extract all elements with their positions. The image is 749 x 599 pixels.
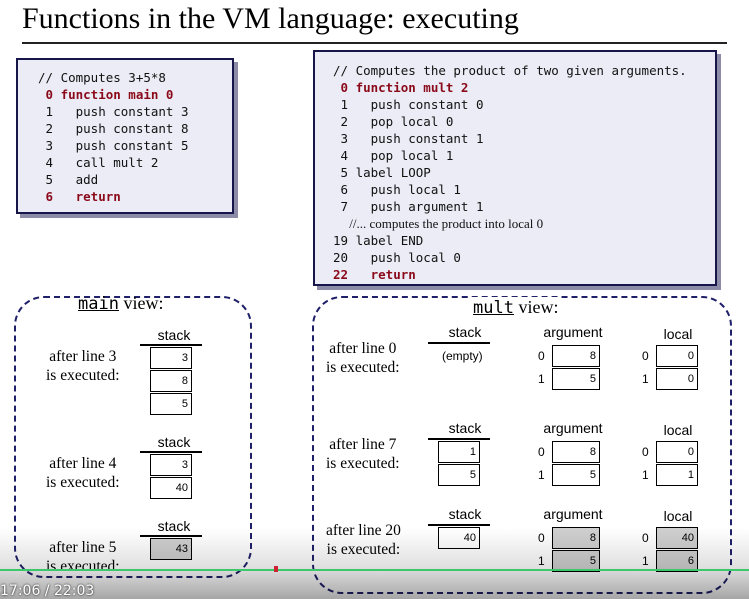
progress-marker[interactable] <box>274 566 278 572</box>
stack-header: stack <box>448 324 482 340</box>
local-cell: 0 <box>656 368 698 390</box>
main-code-box: // Computes 3+5*8 0 function main 0 1 pu… <box>16 58 234 214</box>
stack-top-line <box>428 438 490 440</box>
code-line: 0 function mult 2 <box>333 80 469 95</box>
stack-top-line <box>140 451 202 453</box>
stack-cell: 40 <box>150 477 192 499</box>
stack-header: stack <box>157 434 191 450</box>
local-cell: 0 <box>656 441 698 463</box>
segment-index: 1 <box>538 372 545 386</box>
code-line: 4 pop local 1 <box>333 148 454 163</box>
empty-stack-label: (empty) <box>442 349 483 363</box>
code-line: 0 function main 0 <box>38 87 174 102</box>
video-progress-bar[interactable] <box>0 569 749 571</box>
stack-top-line <box>428 524 490 526</box>
code-line: 1 push constant 0 <box>333 97 484 112</box>
title-rule <box>22 42 727 44</box>
stack-cell: 5 <box>438 464 480 486</box>
stack-top-line <box>428 342 490 344</box>
argument-cell: 5 <box>552 464 600 486</box>
code-line: 1 push constant 3 <box>38 104 189 119</box>
mult-code-listing: // Computes the product of two given arg… <box>333 62 715 283</box>
code-line: 5 add <box>38 172 99 187</box>
code-line: 20 push local 0 <box>333 250 461 265</box>
local-header: local <box>663 508 693 524</box>
stack-header: stack <box>448 420 482 436</box>
mult-view-title: mult view: <box>470 297 562 318</box>
state-label: after line 7 is executed: <box>326 436 400 472</box>
stack-cell: 3 <box>150 454 192 476</box>
argument-cell: 5 <box>552 368 600 390</box>
mult-code-box: // Computes the product of two given arg… <box>313 50 717 286</box>
local-cell: 1 <box>656 464 698 486</box>
code-line: 3 push constant 5 <box>38 138 189 153</box>
segment-index: 1 <box>642 372 649 386</box>
code-line: 6 return <box>38 189 121 204</box>
local-header: local <box>663 326 693 342</box>
state-label: after line 3 is executed: <box>46 348 120 384</box>
video-controls-gradient <box>0 528 749 599</box>
stack-cell: 5 <box>150 393 192 415</box>
argument-cell: 8 <box>552 441 600 463</box>
segment-index: 0 <box>642 445 649 459</box>
main-view-title: main view: <box>78 293 164 314</box>
local-header: local <box>663 422 693 438</box>
code-line: 2 push constant 8 <box>38 121 189 136</box>
code-line: 6 push local 1 <box>333 182 461 197</box>
stack-cell: 8 <box>150 370 192 392</box>
code-line: 5 label LOOP <box>333 165 431 180</box>
segment-index: 0 <box>642 349 649 363</box>
code-line: 4 call mult 2 <box>38 155 159 170</box>
video-timestamp: 17:06 / 22:03 <box>0 583 95 599</box>
main-code-listing: // Computes 3+5*8 0 function main 0 1 pu… <box>38 69 232 205</box>
segment-index: 0 <box>538 445 545 459</box>
local-cell: 0 <box>656 345 698 367</box>
stack-header: stack <box>157 327 191 343</box>
code-line: 22 return <box>333 267 416 282</box>
code-line: 2 pop local 0 <box>333 114 454 129</box>
code-comment: //... computes the product into local 0 <box>333 216 544 231</box>
segment-index: 1 <box>642 468 649 482</box>
code-line: // Computes the product of two given arg… <box>333 63 687 78</box>
stack-cell: 3 <box>150 347 192 369</box>
state-label: after line 0 is executed: <box>326 340 400 376</box>
argument-header: argument <box>543 324 603 340</box>
stack-cell: 1 <box>438 441 480 463</box>
code-line: 7 push argument 1 <box>333 199 484 214</box>
argument-header: argument <box>543 506 603 522</box>
state-label: after line 4 is executed: <box>46 455 120 491</box>
stack-top-line <box>140 344 202 346</box>
stack-header: stack <box>448 506 482 522</box>
slide-title: Functions in the VM language: executing <box>22 2 519 35</box>
code-line: // Computes 3+5*8 <box>38 70 166 85</box>
segment-index: 0 <box>538 349 545 363</box>
code-line: 3 push constant 1 <box>333 131 484 146</box>
argument-cell: 8 <box>552 345 600 367</box>
segment-index: 1 <box>538 468 545 482</box>
argument-header: argument <box>543 420 603 436</box>
code-line: 19 label END <box>333 233 424 248</box>
